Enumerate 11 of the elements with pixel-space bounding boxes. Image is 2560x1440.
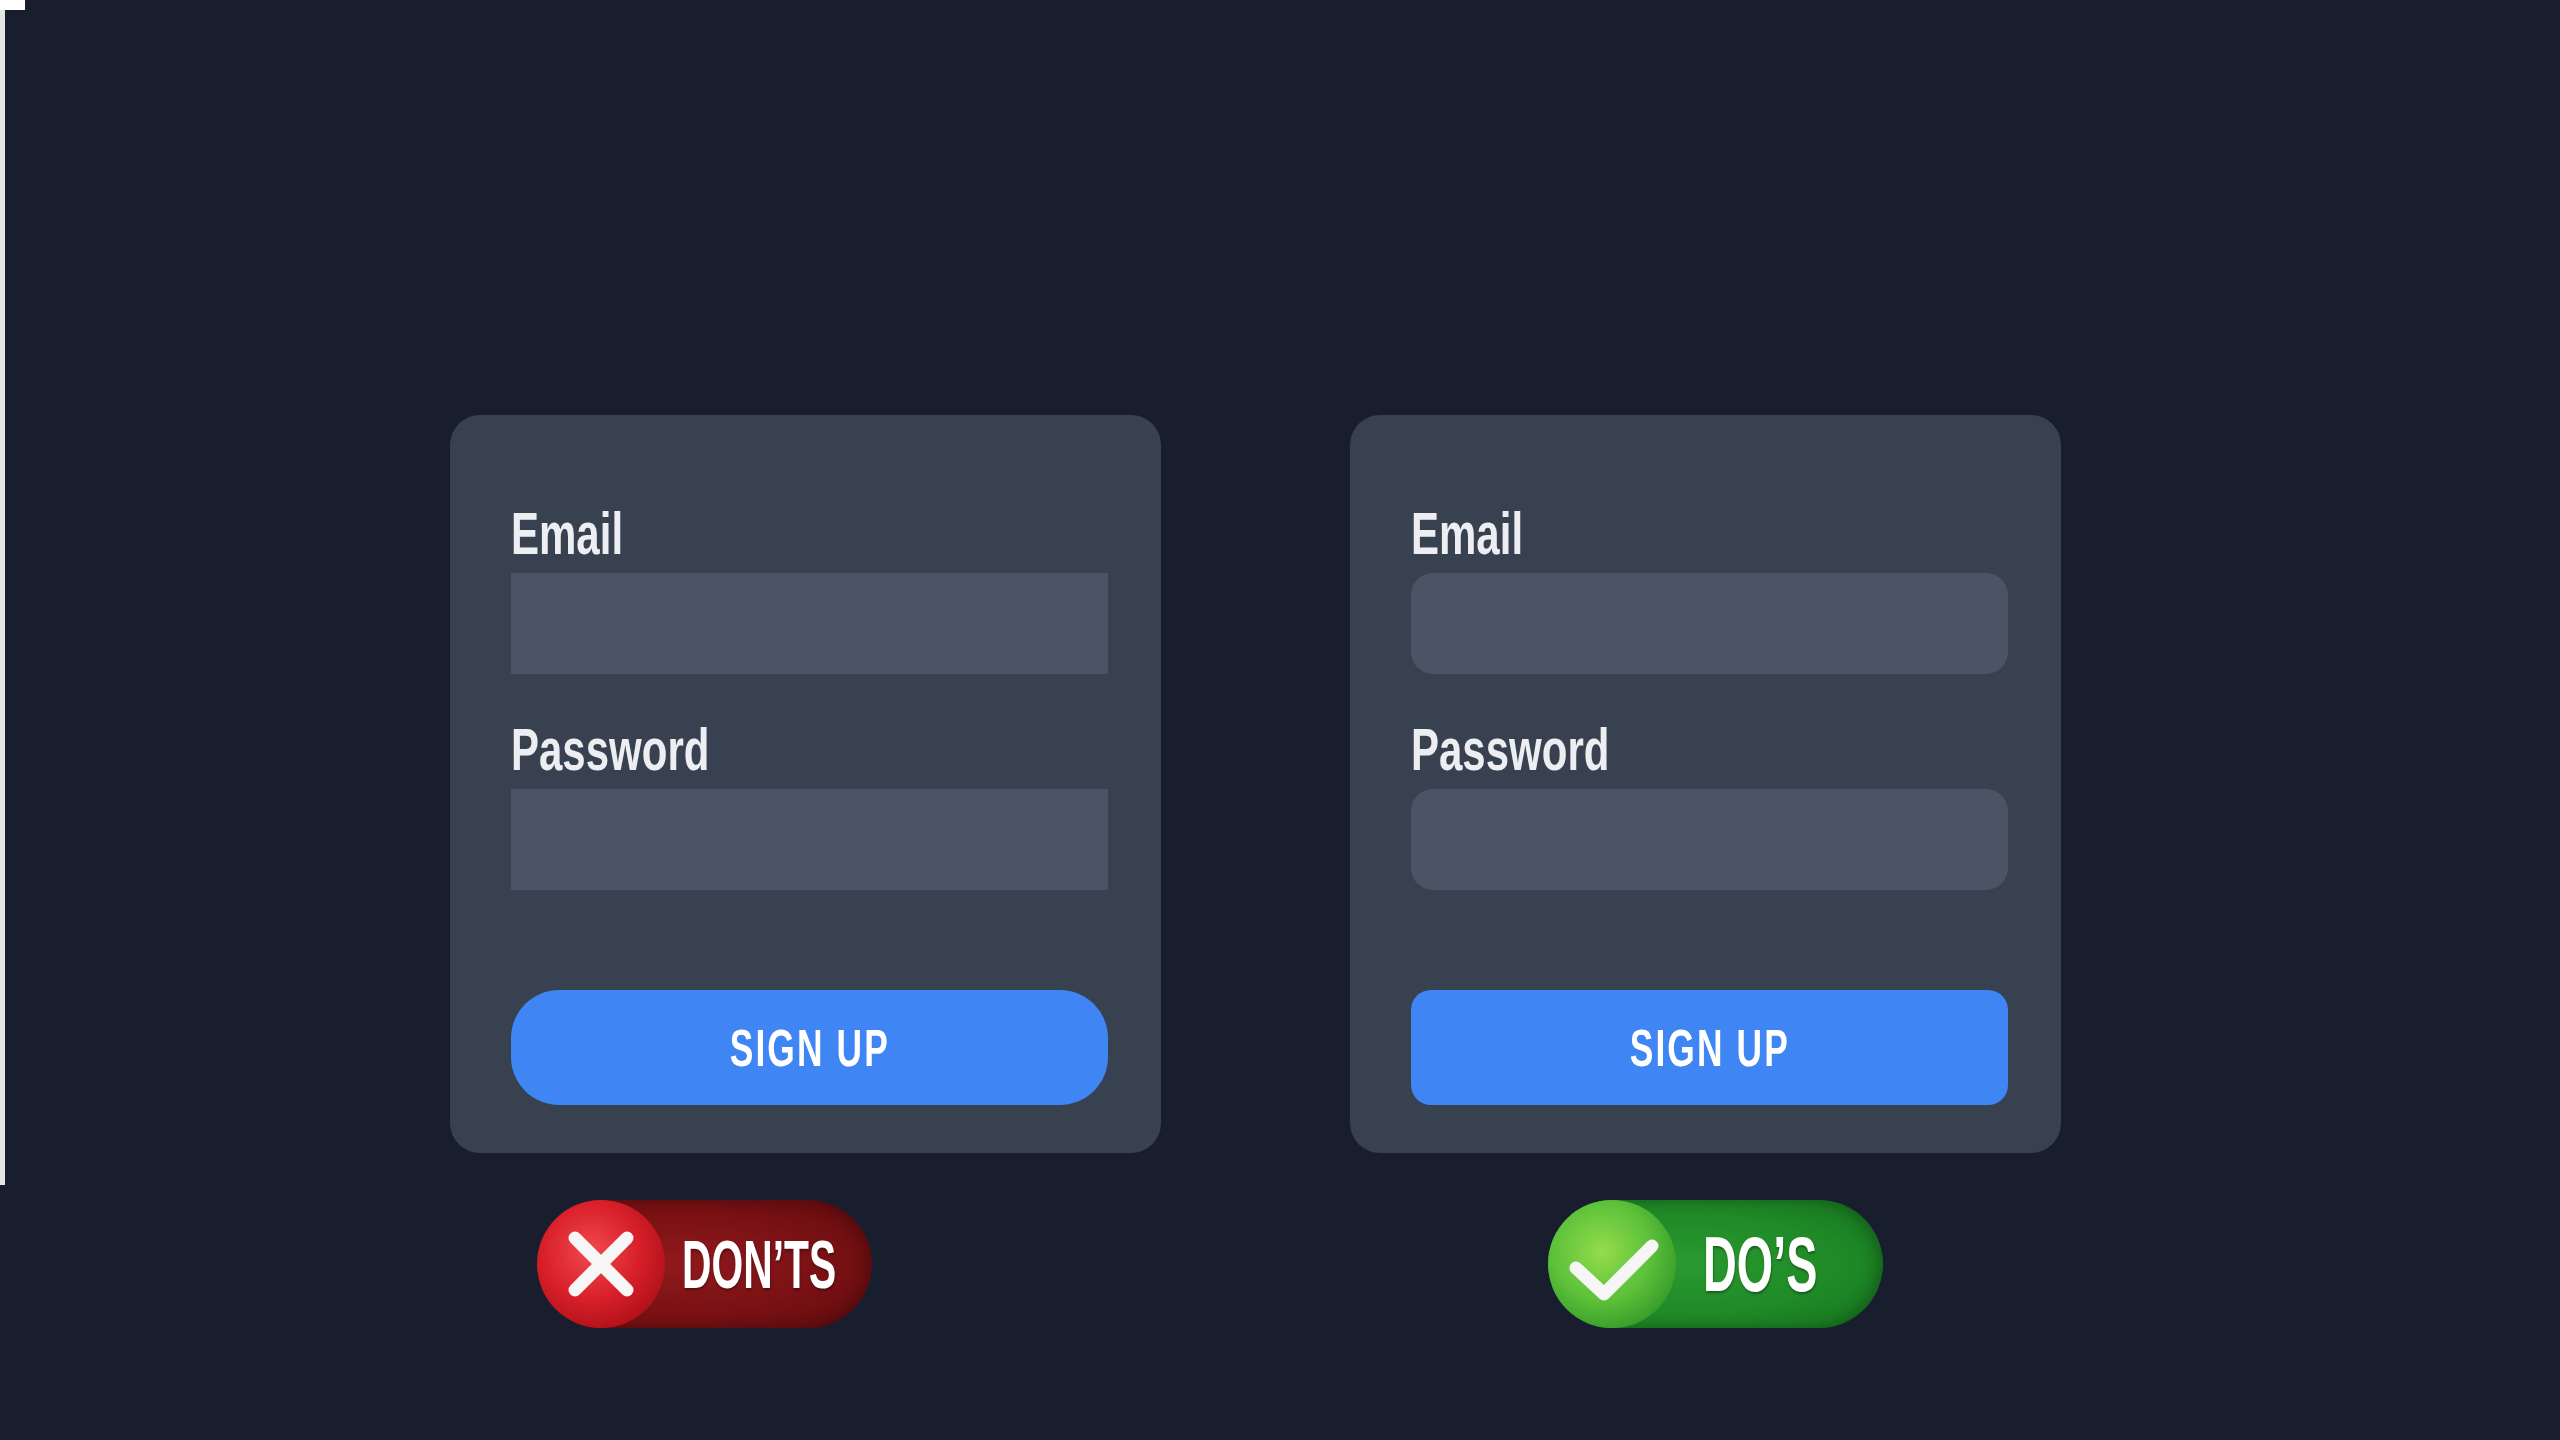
field-label: Email (1411, 504, 1524, 564)
sign-up-button[interactable]: SIGN UP (1411, 990, 2008, 1105)
corner-block (0, 0, 25, 10)
field-label: Password (1411, 720, 1610, 780)
verdict-label: DO’S (1703, 1225, 1818, 1303)
field-label: Email (511, 504, 624, 564)
cross-icon (537, 1200, 665, 1328)
field-label: Password (511, 720, 710, 780)
verdict-label: DON’TS (682, 1230, 837, 1298)
sign-up-button[interactable]: SIGN UP (511, 990, 1108, 1105)
check-icon (1548, 1200, 1676, 1328)
